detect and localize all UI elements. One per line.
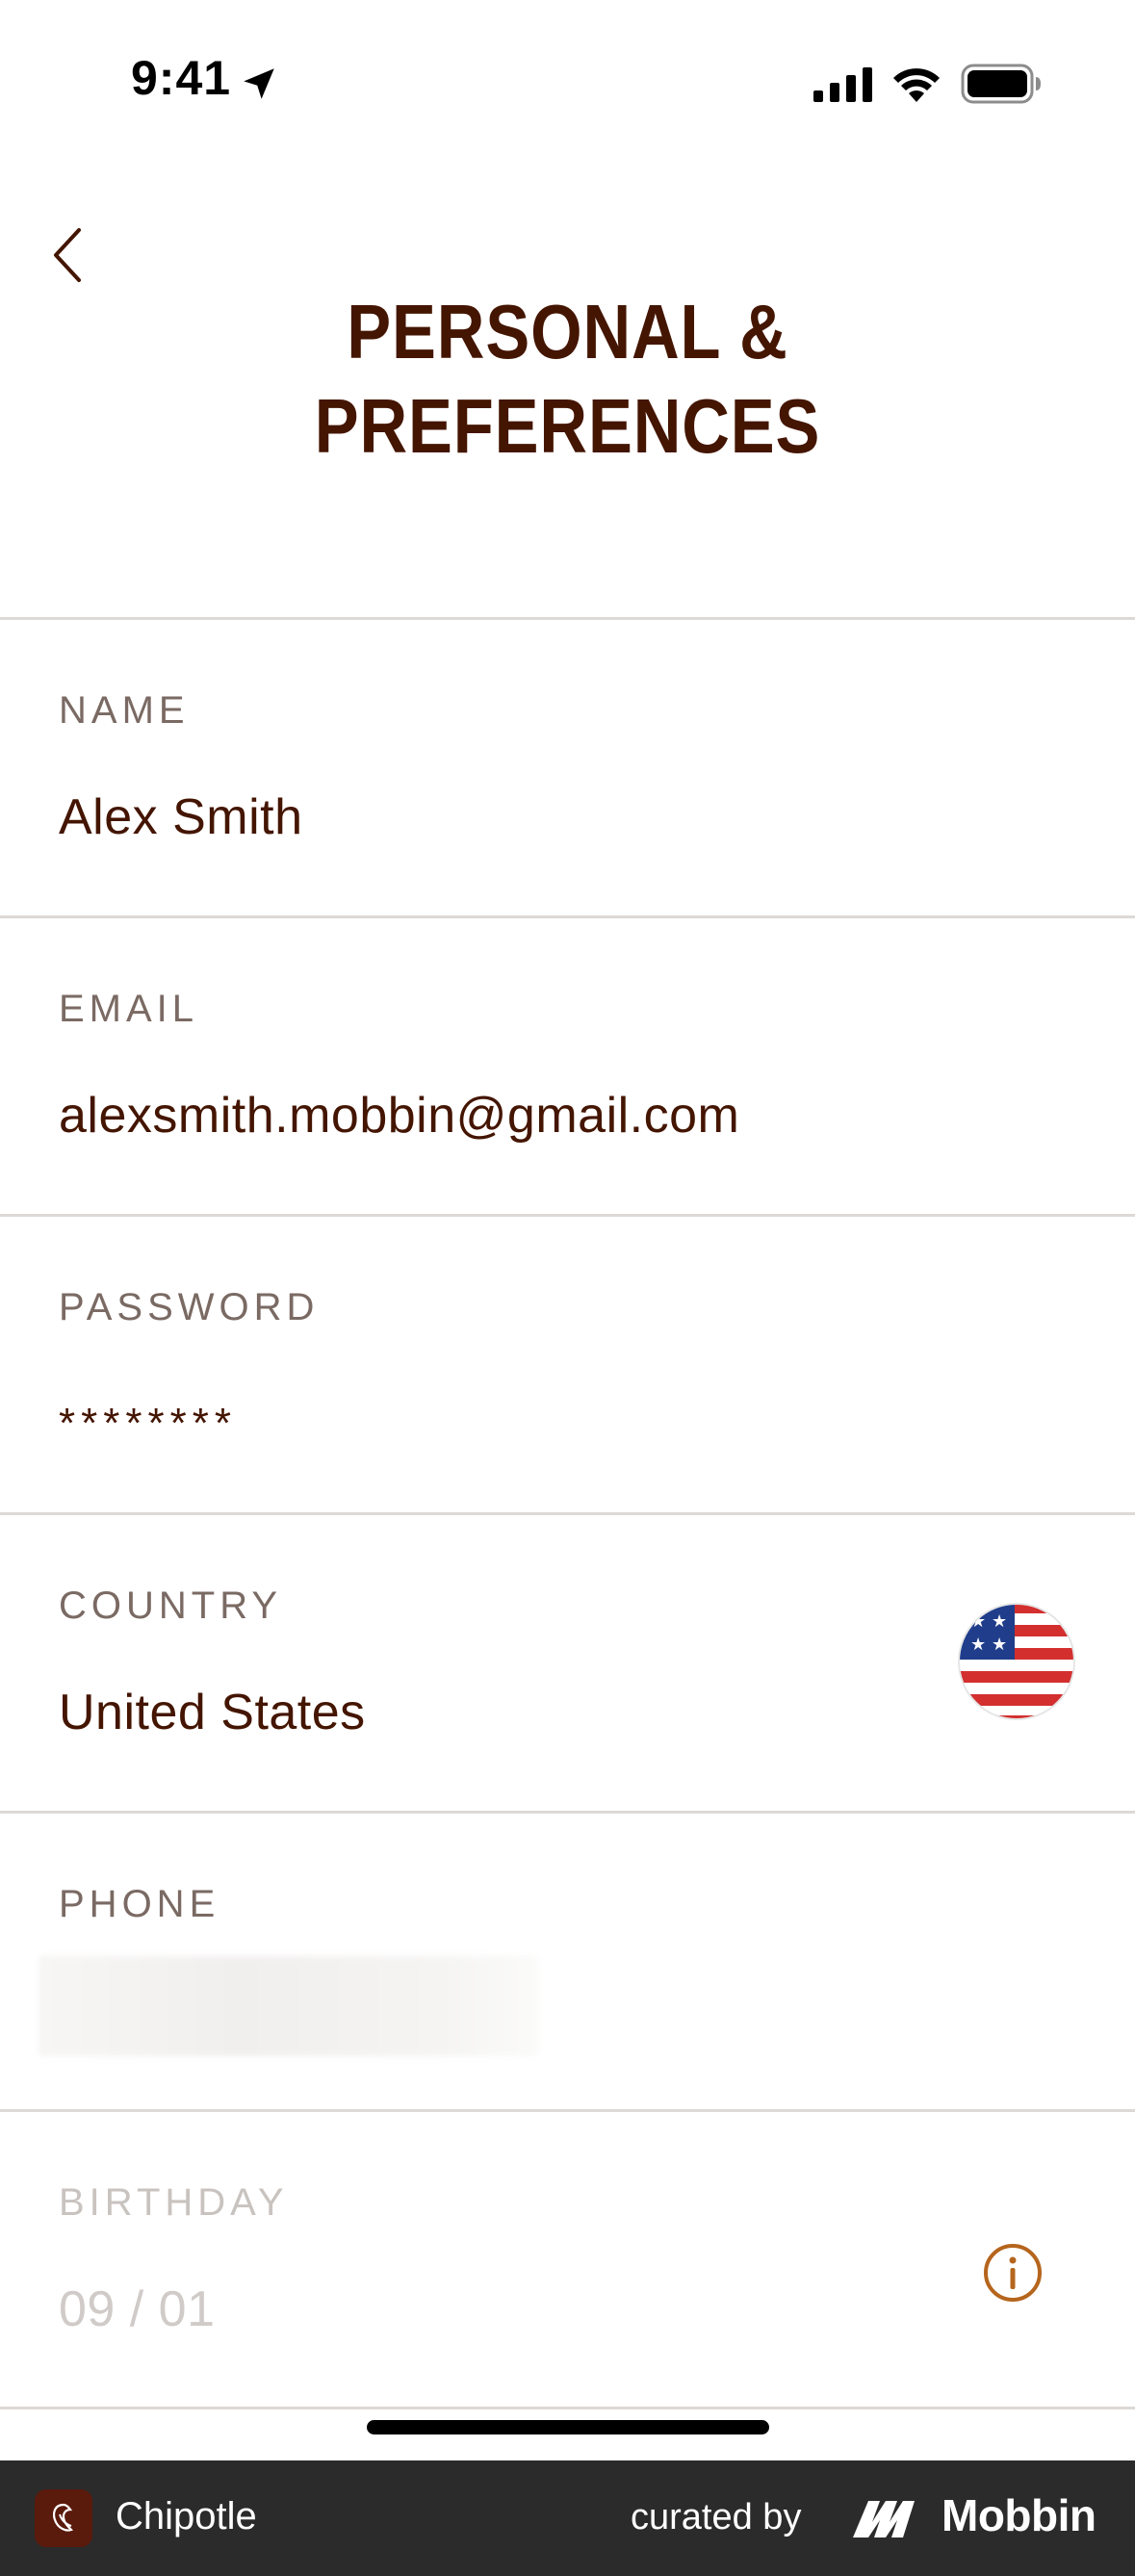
birthday-value: 09 / 01 — [59, 2281, 216, 2337]
status-bar: 9:41 — [0, 0, 1135, 154]
email-field[interactable]: EMAIL alexsmith.mobbin@gmail.com — [0, 915, 1135, 1214]
page-title: PERSONAL & PREFERENCES — [245, 285, 890, 474]
page-title-line-1: PERSONAL & — [347, 289, 788, 374]
home-indicator — [367, 2420, 769, 2434]
svg-text:★: ★ — [970, 1635, 986, 1655]
page-title-line-2: PREFERENCES — [314, 383, 821, 469]
phone-field[interactable]: PHONE — [0, 1811, 1135, 2109]
cellular-signal-icon — [813, 67, 872, 102]
name-field[interactable]: NAME Alex Smith — [0, 617, 1135, 915]
phone-label: PHONE — [59, 1883, 220, 1925]
app-name: Chipotle — [116, 2495, 257, 2537]
status-time: 9:41 — [131, 51, 232, 105]
password-label: PASSWORD — [59, 1286, 320, 1328]
info-icon[interactable] — [982, 2242, 1044, 2304]
location-arrow-icon — [244, 68, 274, 99]
footer-bar: Chipotle curated by Mobbin — [0, 2460, 1135, 2576]
back-button[interactable] — [39, 217, 96, 294]
mobbin-logo-icon — [853, 2501, 915, 2537]
email-label: EMAIL — [59, 988, 199, 1030]
password-field[interactable]: PASSWORD ******** — [0, 1214, 1135, 1512]
country-label: COUNTRY — [59, 1584, 283, 1627]
email-value: alexsmith.mobbin@gmail.com — [59, 1088, 740, 1144]
chevron-left-icon — [54, 228, 81, 282]
svg-text:★: ★ — [992, 1611, 1007, 1632]
birthday-label: BIRTHDAY — [59, 2181, 289, 2224]
name-value: Alex Smith — [59, 789, 303, 845]
personal-preferences-screen: 9:41 PERSONAL & PREFERENCES NAME Alex Sm… — [0, 0, 1135, 2576]
country-field[interactable]: COUNTRY United States ★ ★ ★ ★ — [0, 1512, 1135, 1811]
country-value: United States — [59, 1685, 366, 1740]
us-flag-icon: ★ ★ ★ ★ — [958, 1603, 1075, 1720]
phone-value-redacted — [39, 1956, 539, 2056]
password-value: ******** — [59, 1400, 237, 1447]
chipotle-logo-icon — [35, 2489, 92, 2547]
wifi-icon — [893, 68, 940, 102]
mobbin-brand-name: Mobbin — [942, 2490, 1096, 2540]
birthday-field: BIRTHDAY 09 / 01 — [0, 2109, 1135, 2408]
svg-text:★: ★ — [992, 1635, 1007, 1655]
name-label: NAME — [59, 689, 190, 732]
curated-by-label: curated by — [631, 2497, 802, 2537]
battery-icon — [961, 64, 1041, 104]
bottom-divider — [0, 2407, 1135, 2409]
